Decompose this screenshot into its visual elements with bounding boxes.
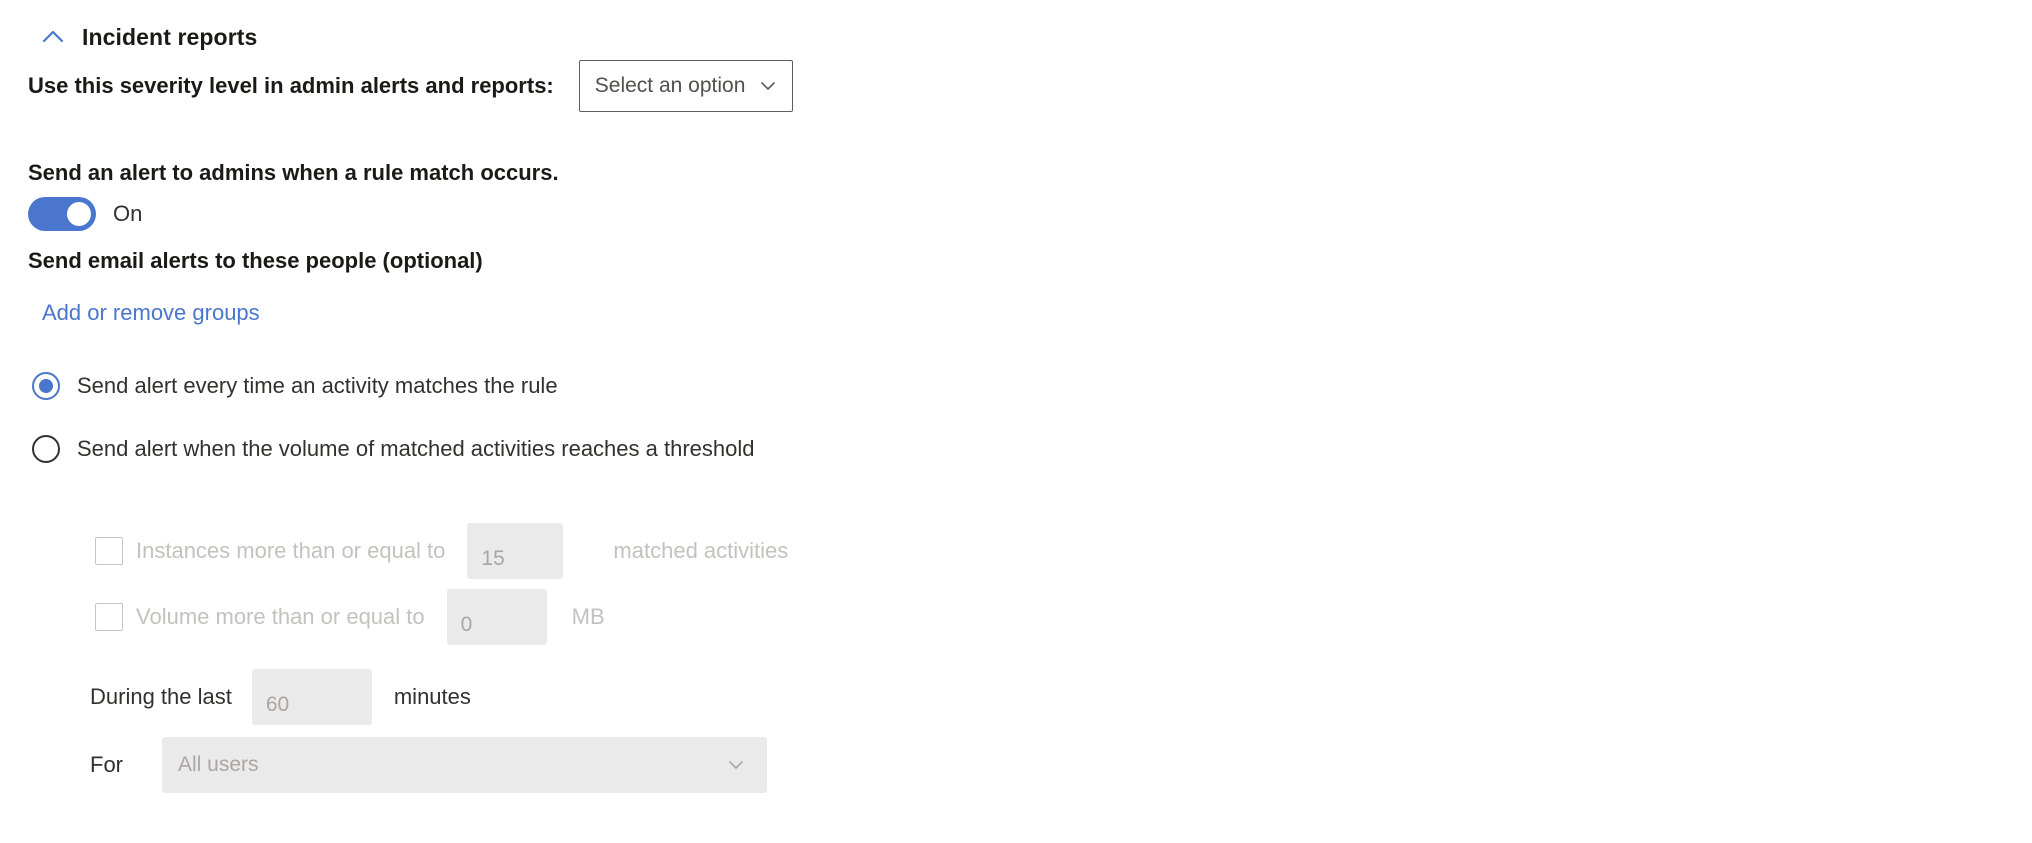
threshold-instances-row: Instances more than or equal to 15 match… — [95, 520, 995, 582]
chevron-down-icon — [757, 75, 779, 97]
radio-icon-selected[interactable] — [32, 372, 60, 400]
label-for: For — [90, 752, 123, 777]
incident-reports-panel: Incident reports Use this severity level… — [0, 0, 2032, 843]
input-instances-count[interactable]: 15 — [467, 523, 564, 579]
threshold-duration-row: During the last 60 minutes — [90, 666, 995, 728]
label-during-the-last: During the last — [90, 684, 232, 709]
page-title: Incident reports — [82, 23, 258, 50]
admin-alert-toggle-state: On — [113, 201, 143, 226]
section-header[interactable]: Incident reports — [38, 22, 257, 52]
checkbox-instances[interactable] — [95, 537, 123, 565]
admin-alert-toggle[interactable] — [28, 197, 96, 231]
suffix-matched-activities: matched activities — [613, 538, 789, 563]
dropdown-for-users[interactable]: All users — [162, 737, 767, 793]
radio-inner-dot — [39, 379, 53, 393]
severity-level-dropdown[interactable]: Select an option — [578, 60, 793, 112]
input-instances-value: 15 — [481, 547, 505, 570]
radio-send-alert-threshold[interactable]: Send alert when the volume of matched ac… — [32, 435, 755, 463]
threshold-for-row: For All users — [90, 734, 995, 796]
admin-alert-label: Send an alert to admins when a rule matc… — [28, 160, 559, 185]
label-volume: Volume more than or equal to — [136, 604, 425, 629]
suffix-minutes: minutes — [393, 684, 471, 709]
severity-level-label: Use this severity level in admin alerts … — [28, 73, 554, 98]
admin-alert-toggle-row[interactable]: On — [28, 197, 142, 231]
radio-label-every-time: Send alert every time an activity matche… — [77, 373, 558, 398]
severity-level-row: Use this severity level in admin alerts … — [28, 60, 793, 112]
severity-level-dropdown-value: Select an option — [594, 74, 746, 97]
input-volume-amount[interactable]: 0 — [446, 589, 547, 645]
label-instances: Instances more than or equal to — [136, 538, 446, 563]
add-or-remove-groups-link[interactable]: Add or remove groups — [42, 300, 260, 326]
input-volume-value: 0 — [460, 613, 473, 636]
threshold-options-block: Instances more than or equal to 15 match… — [90, 520, 995, 796]
checkbox-volume[interactable] — [95, 603, 123, 631]
chevron-up-icon[interactable] — [38, 22, 68, 52]
email-alerts-label: Send email alerts to these people (optio… — [28, 248, 483, 273]
toggle-knob — [67, 202, 91, 226]
radio-label-threshold: Send alert when the volume of matched ac… — [77, 436, 755, 461]
chevron-down-icon — [725, 754, 747, 776]
threshold-volume-row: Volume more than or equal to 0 MB — [95, 586, 995, 648]
radio-icon-unselected[interactable] — [32, 435, 60, 463]
input-duration-value: 60 — [265, 693, 290, 716]
suffix-mb: MB — [571, 604, 605, 629]
input-duration-minutes[interactable]: 60 — [251, 669, 372, 725]
dropdown-for-users-value: All users — [178, 753, 259, 776]
radio-send-alert-every-time[interactable]: Send alert every time an activity matche… — [32, 372, 558, 400]
